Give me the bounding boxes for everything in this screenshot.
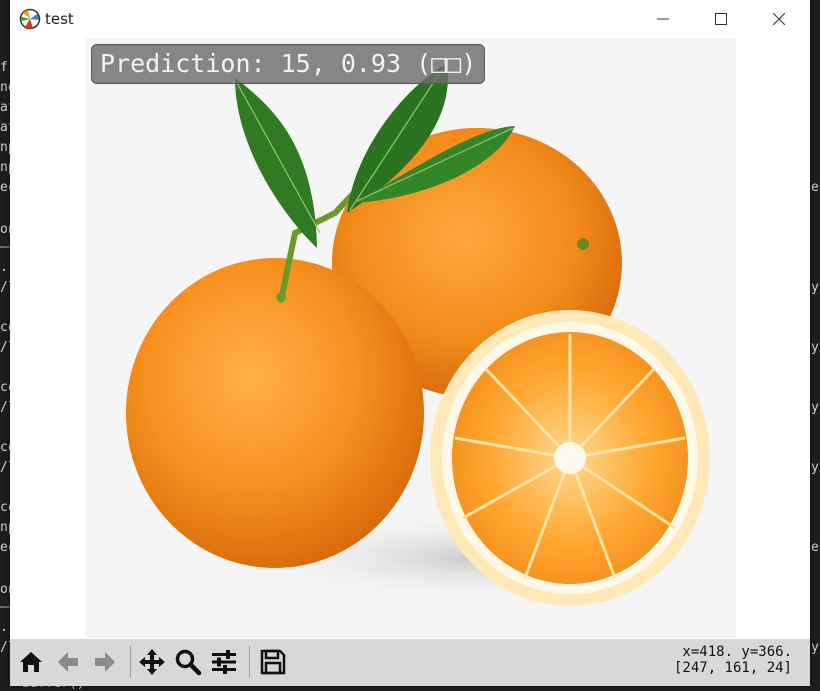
prediction-label: Prediction: 15, 0.93 (□□) — [91, 44, 486, 84]
front-orange — [126, 258, 424, 568]
terminal-fragment: yp — [811, 340, 820, 355]
toolbar-separator — [249, 646, 250, 678]
pan-button[interactable] — [136, 646, 168, 678]
close-icon — [773, 13, 785, 25]
configure-subplots-button[interactable] — [208, 646, 240, 678]
forward-button[interactable] — [89, 646, 121, 678]
window-title: test — [45, 10, 74, 28]
maximize-icon — [715, 13, 727, 25]
terminal-fragment: es — [811, 540, 820, 555]
navigation-toolbar: x=418. y=366. [247, 161, 24] — [10, 639, 810, 686]
terminal-fragment: . — [0, 260, 8, 275]
figure-canvas[interactable]: Prediction: 15, 0.93 (□□) — [10, 38, 810, 638]
terminal-fragment: yp — [811, 460, 820, 475]
terminal-fragment: yp — [811, 400, 820, 415]
pan-icon — [139, 649, 165, 675]
terminal-fragment: f — [0, 60, 8, 75]
home-icon — [20, 652, 42, 672]
terminal-rule — [0, 606, 10, 608]
close-button[interactable] — [750, 0, 808, 38]
cursor-readout: x=418. y=366. [247, 161, 24] — [674, 644, 792, 676]
configure-subplots-icon — [212, 650, 236, 674]
orange-half-center — [554, 442, 586, 474]
minimize-button[interactable] — [634, 0, 692, 38]
orange-stem-navel — [577, 238, 589, 250]
orange-image[interactable] — [85, 38, 736, 638]
back-button[interactable] — [52, 646, 84, 678]
cursor-coordinates: x=418. y=366. — [682, 644, 792, 660]
save-icon — [260, 649, 286, 675]
back-arrow-icon — [58, 652, 78, 672]
pixel-value: [247, 161, 24] — [673, 660, 792, 676]
maximize-button[interactable] — [692, 0, 750, 38]
figure-window: test Prediction: 15, 0.93 (□□) x=418. y=… — [10, 0, 810, 686]
terminal-fragment: . — [0, 620, 8, 635]
home-button[interactable] — [15, 646, 47, 678]
matplotlib-app-icon — [19, 8, 41, 30]
title-bar[interactable]: test — [10, 0, 810, 38]
zoom-button[interactable] — [172, 646, 204, 678]
toolbar-separator — [130, 646, 131, 678]
save-button[interactable] — [257, 646, 289, 678]
terminal-fragment: es — [811, 180, 820, 195]
minimize-icon — [657, 18, 669, 20]
zoom-icon — [175, 649, 202, 676]
terminal-fragment: yp — [811, 280, 820, 295]
terminal-rule — [0, 246, 10, 248]
terminal-fragment: yp — [811, 640, 820, 655]
forward-arrow-icon — [95, 652, 115, 672]
